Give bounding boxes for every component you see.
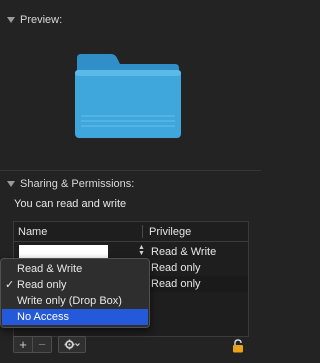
privilege-value[interactable]: Read only [151, 262, 201, 274]
folder-icon [75, 54, 181, 138]
column-header-name[interactable]: Name [18, 226, 47, 238]
checkmark-icon: ✓ [5, 279, 15, 291]
menu-item-read-only[interactable]: ✓ Read only [2, 277, 148, 293]
menu-item-read-write[interactable]: Read & Write [2, 261, 148, 277]
redacted-name [19, 245, 108, 258]
preview-section-header[interactable]: Preview: [7, 14, 62, 26]
table-header: Name Privilege [14, 222, 248, 242]
preview-title: Preview: [20, 14, 63, 26]
access-status-text: You can read and write [14, 198, 127, 210]
add-user-button[interactable]: + [13, 336, 33, 353]
action-menu-button[interactable] [58, 336, 86, 353]
privilege-value[interactable]: Read & Write [151, 246, 216, 258]
disclosure-triangle-icon[interactable] [7, 181, 15, 187]
disclosure-triangle-icon[interactable] [7, 17, 15, 23]
gear-icon [64, 339, 80, 350]
menu-item-no-access[interactable]: No Access [2, 309, 148, 325]
privilege-dropdown-menu: Read & Write ✓ Read only Write only (Dro… [0, 258, 150, 328]
sharing-section-header[interactable]: Sharing & Permissions: [7, 178, 134, 190]
lock-icon[interactable] [232, 339, 244, 353]
permissions-button-bar: + − [13, 336, 86, 353]
column-separator [142, 225, 143, 238]
section-divider [0, 170, 261, 171]
privilege-value[interactable]: Read only [151, 278, 201, 290]
column-header-privilege[interactable]: Privilege [149, 226, 191, 238]
menu-item-write-only[interactable]: Write only (Drop Box) [2, 293, 148, 309]
popup-stepper-icon[interactable]: ▲ ▼ [138, 244, 146, 257]
remove-user-button[interactable]: − [33, 336, 52, 353]
sharing-title: Sharing & Permissions: [20, 178, 135, 190]
